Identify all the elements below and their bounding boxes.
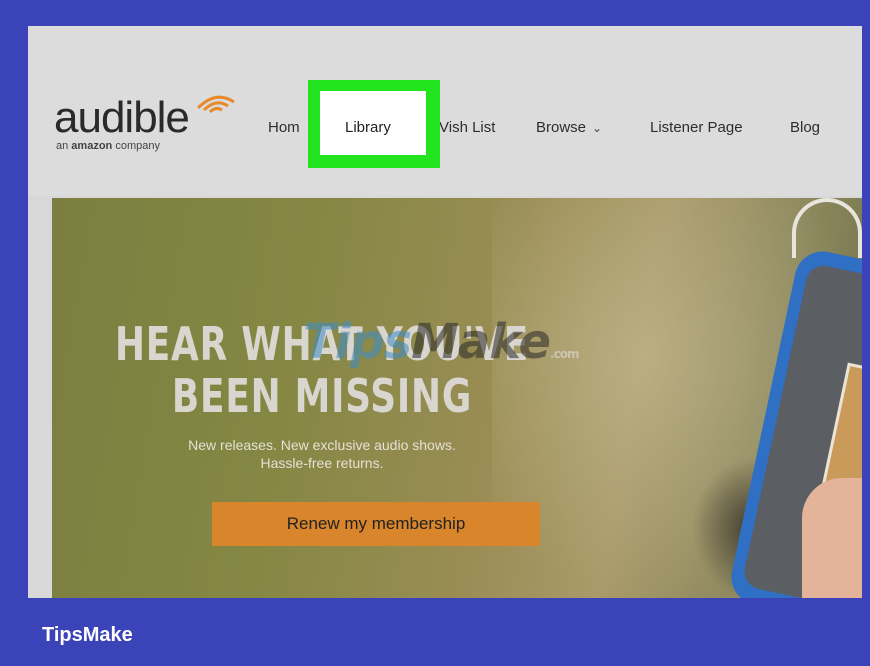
nav-library[interactable]: Library [345, 118, 391, 138]
nav-wish-list[interactable]: Vish List [439, 118, 495, 138]
hero-banner: HEAR WHAT YOU'VE BEEN MISSING New releas… [52, 198, 862, 598]
footer-brand: TipsMake [42, 624, 133, 646]
nav-browse-label: Browse [536, 119, 587, 136]
audible-waves-icon [196, 95, 235, 114]
site-header: audible an amazon company Hom Vish List … [28, 26, 862, 196]
library-highlight-box: Library [308, 80, 440, 168]
hand-image [802, 478, 862, 598]
nav-listener-page[interactable]: Listener Page [650, 118, 743, 138]
nav-browse[interactable]: Browse ⌄ [536, 118, 602, 138]
watermark-part2: Make [411, 314, 551, 370]
nav-home[interactable]: Hom [268, 118, 300, 138]
nav-blog[interactable]: Blog [790, 118, 820, 138]
watermark-part1: Tips [303, 314, 412, 370]
hero-subtitle-line1: New releases. New exclusive audio shows. [188, 437, 456, 453]
main-nav: Hom Vish List Browse ⌄ Listener Page Blog [28, 118, 862, 142]
hero-subtitle-line2: Hassle-free returns. [260, 455, 384, 471]
watermark-domain: .com [550, 347, 579, 361]
tipsmake-watermark: TipsMake.com [303, 314, 579, 380]
chevron-down-icon: ⌄ [592, 121, 603, 135]
renew-membership-button[interactable]: Renew my membership [212, 502, 540, 546]
screenshot-frame: audible an amazon company Hom Vish List … [28, 26, 862, 598]
